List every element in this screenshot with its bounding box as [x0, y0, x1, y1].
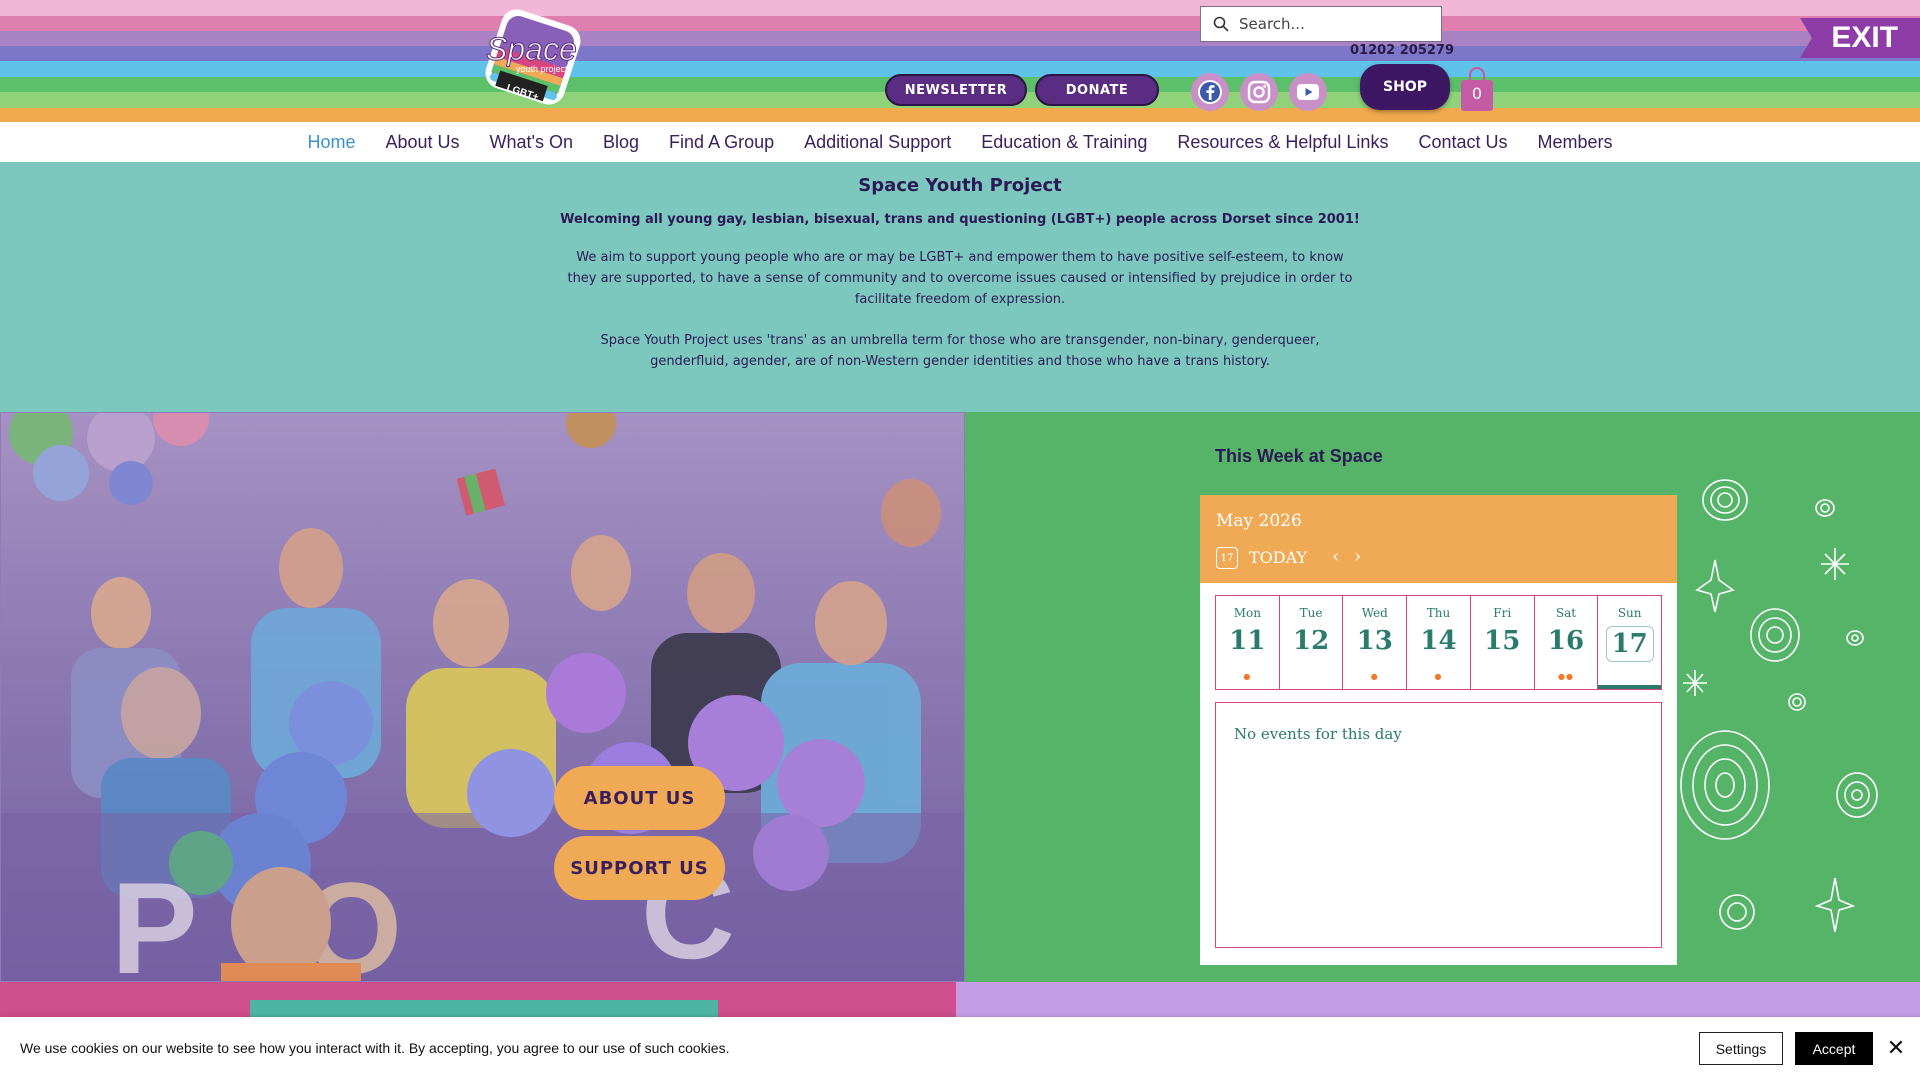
shop-button[interactable]: SHOP [1360, 64, 1450, 110]
cart-count: 0 [1471, 84, 1483, 103]
day-number: 11 [1229, 626, 1266, 656]
calendar-day[interactable]: Thu 14 ● [1407, 596, 1471, 689]
close-icon[interactable]: ✕ [1885, 1035, 1907, 1061]
svg-text:youth project: youth project [516, 64, 568, 74]
day-number: 14 [1420, 626, 1457, 656]
nav-item-what-s-on[interactable]: What's On [475, 132, 588, 153]
site-header: Space youth project LGBT+ 01202 205279 N… [0, 0, 1920, 122]
calendar-icon[interactable]: 17 [1216, 547, 1238, 569]
nav-item-contact-us[interactable]: Contact Us [1403, 132, 1522, 153]
cookie-message: We use cookies on our website to see how… [20, 1040, 730, 1056]
space-logo[interactable]: Space youth project LGBT+ [478, 2, 588, 112]
nav-item-about-us[interactable]: About Us [371, 132, 475, 153]
nav-item-additional-support[interactable]: Additional Support [789, 132, 966, 153]
nav-list: Home About Us What's On Blog Find A Group Add… [292, 132, 1627, 153]
day-name: Sat [1555, 606, 1577, 620]
lavender-section-strip [956, 982, 1920, 1017]
search-input[interactable] [1239, 15, 1429, 33]
calendar-day[interactable]: Sat 16 ●● [1535, 596, 1599, 689]
calendar-day[interactable]: Sun 17 [1598, 596, 1662, 689]
day-number: 17 [1605, 626, 1654, 662]
support-us-button[interactable]: SUPPORT US [554, 836, 725, 900]
event-indicator-dots: ● [1434, 672, 1443, 681]
intro-tagline: Welcoming all young gay, lesbian, bisexu… [560, 212, 1360, 227]
intro-title: Space Youth Project [858, 175, 1062, 196]
event-indicator-dots: ●● [1557, 672, 1574, 681]
nav-item-home[interactable]: Home [292, 132, 370, 153]
intro-trans-definition: Space Youth Project uses 'trans' as an u… [600, 333, 1320, 369]
nav-item-blog[interactable]: Blog [588, 132, 654, 153]
event-indicator-dots: ● [1370, 672, 1379, 681]
events-section: This Week at Space May 2026 17 TODAY ‹ ›… [965, 412, 1920, 982]
calendar-month: May 2026 [1216, 511, 1302, 531]
day-name: Wed [1361, 606, 1388, 620]
day-number: 15 [1484, 626, 1521, 656]
calendar-day[interactable]: Fri 15 [1471, 596, 1535, 689]
facebook-icon [1198, 80, 1222, 104]
events-calendar: May 2026 17 TODAY ‹ › Mon 11 ● Tue 12 Wed 13 ● T… [1200, 495, 1677, 965]
day-name: Tue [1299, 606, 1323, 620]
youtube-link[interactable] [1289, 73, 1327, 111]
nav-item-resources-helpful-links[interactable]: Resources & Helpful Links [1162, 132, 1403, 153]
rainbow-stripe [0, 31, 1920, 46]
instagram-link[interactable] [1240, 73, 1278, 111]
phone-number: 01202 205279 [1350, 43, 1455, 58]
facebook-link[interactable] [1191, 73, 1229, 111]
day-events-list: No events for this day [1215, 702, 1662, 948]
calendar-header: May 2026 17 TODAY ‹ › [1200, 495, 1677, 583]
swirl-doodles [1680, 479, 1878, 933]
search-bar[interactable] [1200, 6, 1442, 42]
intro-section: Space Youth Project Welcoming all young … [0, 162, 1920, 412]
day-number: 13 [1356, 626, 1393, 656]
rainbow-stripe [0, 108, 1920, 122]
search-icon [1213, 16, 1229, 32]
about-us-button[interactable]: ABOUT US [554, 766, 725, 830]
cookie-accept-button[interactable]: Accept [1795, 1032, 1873, 1065]
donate-button[interactable]: DONATE [1035, 74, 1159, 106]
rainbow-stripe [0, 16, 1920, 31]
chevron-left-icon[interactable]: ‹ [1332, 546, 1339, 567]
day-number: 16 [1547, 626, 1585, 656]
week-days-row: Mon 11 ● Tue 12 Wed 13 ● Thu 14 ● Fri 15 Sat 16 ●● Sun 17 [1215, 595, 1662, 690]
day-name: Fri [1493, 606, 1512, 620]
newsletter-button[interactable]: NEWSLETTER [885, 74, 1027, 106]
calendar-day[interactable]: Tue 12 [1280, 596, 1344, 689]
event-indicator-dots: ● [1243, 672, 1252, 681]
nav-item-find-a-group[interactable]: Find A Group [654, 132, 789, 153]
day-name: Sun [1617, 606, 1642, 620]
events-title: This Week at Space [1215, 446, 1383, 466]
rainbow-stripe [0, 0, 1920, 16]
today-button[interactable]: TODAY [1249, 548, 1307, 567]
day-name: Thu [1426, 606, 1451, 620]
no-events-message: No events for this day [1234, 725, 1402, 743]
pride-crowd-photo: P O C [1, 413, 964, 981]
chevron-right-icon[interactable]: › [1354, 546, 1361, 567]
day-name: Mon [1233, 606, 1261, 620]
calendar-day[interactable]: Wed 13 ● [1343, 596, 1408, 689]
nav-item-education-training[interactable]: Education & Training [966, 132, 1162, 153]
nav-item-members[interactable]: Members [1523, 132, 1628, 153]
pink-section-strip [0, 982, 956, 1017]
main-nav: Home About Us What's On Blog Find A Group Add… [0, 122, 1920, 162]
hero-image-section: P O C ABOUT US SUPPORT US [0, 412, 965, 982]
teal-block [250, 1000, 718, 1017]
intro-mission-text: We aim to support young people who are o… [567, 250, 1353, 307]
cookie-banner: We use cookies on our website to see how… [0, 1017, 1920, 1080]
svg-text:Space: Space [486, 31, 577, 67]
cookie-settings-button[interactable]: Settings [1699, 1032, 1783, 1065]
exit-button[interactable]: EXIT [1800, 18, 1920, 58]
youtube-icon [1297, 84, 1319, 100]
day-number: 12 [1292, 626, 1330, 656]
rainbow-stripe [0, 46, 1920, 61]
calendar-day[interactable]: Mon 11 ● [1216, 596, 1280, 689]
instagram-icon [1247, 80, 1271, 104]
